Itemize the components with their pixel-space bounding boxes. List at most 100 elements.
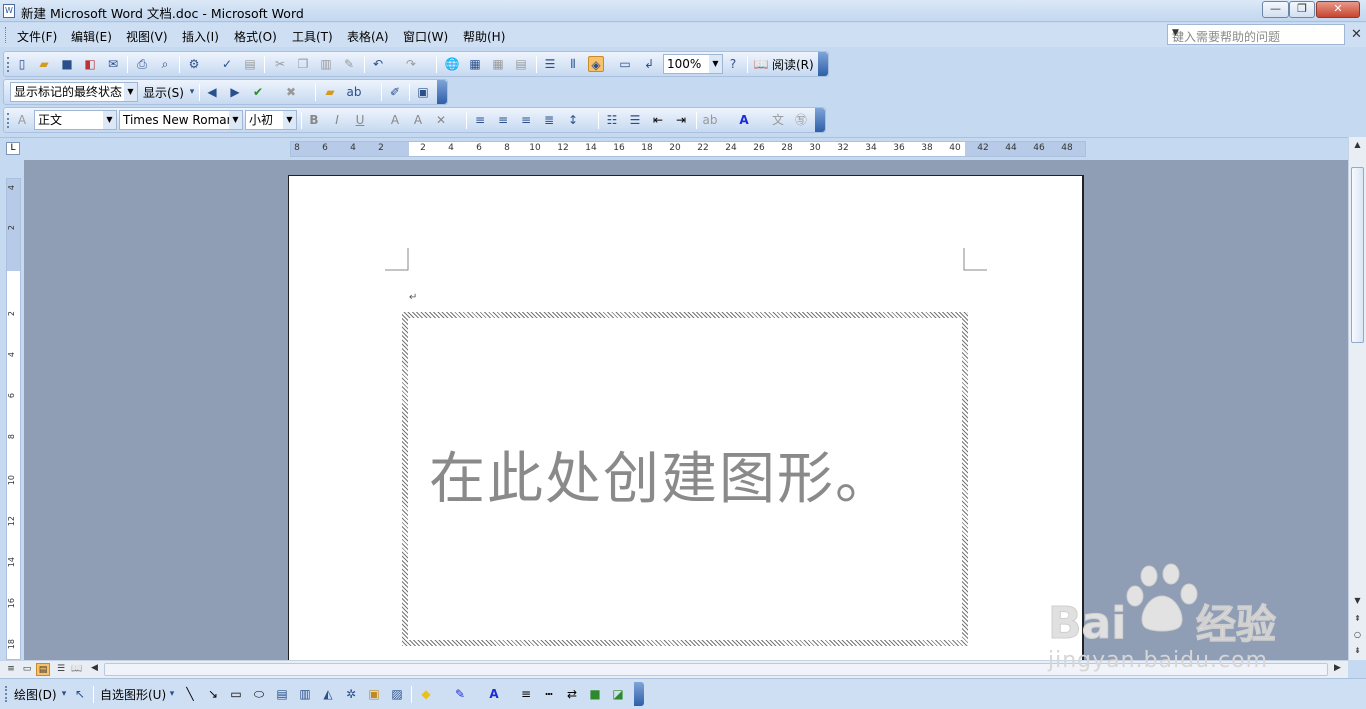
chevron-down-icon[interactable]: ▾ bbox=[56, 686, 72, 702]
chevron-down-icon[interactable]: ▼ bbox=[124, 83, 137, 101]
menu-table[interactable]: 表格(A) bbox=[347, 28, 389, 45]
horizontal-ruler[interactable]: 8 6 4 2 2 4 6 8 10 12 14 16 18 20 22 24 26 28 30 32 34 36 38 40… bbox=[290, 141, 1086, 157]
menu-insert[interactable]: 插入(I) bbox=[182, 28, 219, 45]
autoshapes-menu-button[interactable]: 自选图形(U) bbox=[100, 686, 166, 703]
chevron-down-icon[interactable]: ▼ bbox=[103, 111, 116, 129]
paste-icon[interactable]: ▥ bbox=[318, 56, 334, 72]
print-preview-icon[interactable]: ⌕ bbox=[157, 56, 173, 72]
menu-edit[interactable]: 编辑(E) bbox=[71, 28, 112, 45]
chevron-down-icon[interactable]: ▼ bbox=[709, 55, 722, 73]
spelling-icon[interactable]: ✓ bbox=[219, 56, 235, 72]
toolbar-grip[interactable] bbox=[7, 113, 10, 128]
font-color-icon[interactable]: A bbox=[486, 686, 502, 702]
toolbar-grip[interactable] bbox=[7, 57, 10, 72]
minimize-button[interactable]: — bbox=[1262, 1, 1289, 18]
show-hide-icon[interactable]: ▭ bbox=[617, 56, 633, 72]
help-search-input[interactable]: 键入需要帮助的问题 ▼ bbox=[1167, 24, 1345, 45]
dash-style-icon[interactable]: ┅ bbox=[541, 686, 557, 702]
align-center-icon[interactable]: ≡ bbox=[495, 112, 511, 128]
enclose-characters-icon[interactable]: ㊢ bbox=[793, 112, 809, 128]
close-button[interactable]: ✕ bbox=[1316, 1, 1360, 18]
undo-icon[interactable]: ↶ bbox=[370, 56, 386, 72]
paragraph-mark-icon[interactable]: ↲ bbox=[641, 56, 657, 72]
line-icon[interactable]: ╲ bbox=[182, 686, 198, 702]
font-color-icon[interactable]: A bbox=[736, 112, 752, 128]
chevron-down-icon[interactable]: ▾ bbox=[164, 686, 180, 702]
hyperlink-icon[interactable]: 🌐 bbox=[444, 56, 460, 72]
print-layout-view-icon[interactable]: ▤ bbox=[36, 663, 50, 676]
scroll-up-icon[interactable]: ▲ bbox=[1351, 139, 1364, 151]
menu-tools[interactable]: 工具(T) bbox=[292, 28, 333, 45]
insert-table-icon[interactable]: ▦ bbox=[490, 56, 506, 72]
format-painter-icon[interactable]: ✎ bbox=[341, 56, 357, 72]
line-color-icon[interactable]: ✎ bbox=[452, 686, 468, 702]
permission-icon[interactable]: ◧ bbox=[82, 56, 98, 72]
increase-indent-icon[interactable]: ⇥ bbox=[673, 112, 689, 128]
toolbar-options-button[interactable] bbox=[815, 108, 825, 132]
outline-view-icon[interactable]: ☰ bbox=[54, 663, 68, 676]
fill-color-icon[interactable]: ◆ bbox=[418, 686, 434, 702]
clip-art-icon[interactable]: ▣ bbox=[366, 686, 382, 702]
toolbar-options-button[interactable] bbox=[818, 52, 828, 76]
open-folder-icon[interactable]: ▰ bbox=[36, 56, 52, 72]
vertical-scrollbar[interactable]: ▲ ▼ ⇞ ○ ⇟ bbox=[1348, 137, 1366, 660]
insert-picture-icon[interactable]: ▨ bbox=[389, 686, 405, 702]
track-changes-icon[interactable]: ✐ bbox=[387, 84, 403, 100]
select-objects-icon[interactable]: ↖ bbox=[72, 686, 88, 702]
phonetic-guide-icon[interactable]: 文 bbox=[770, 112, 786, 128]
insert-comment-icon[interactable]: ▰ bbox=[322, 84, 338, 100]
tables-borders-icon[interactable]: ▦ bbox=[467, 56, 483, 72]
diagram-icon[interactable]: ✲ bbox=[343, 686, 359, 702]
read-book-icon[interactable]: 📖 bbox=[753, 56, 769, 72]
reading-layout-view-icon[interactable]: 📖 bbox=[70, 663, 84, 676]
scroll-left-icon[interactable]: ◀ bbox=[91, 663, 98, 673]
line-spacing-icon[interactable]: ↕ bbox=[565, 112, 581, 128]
reviewing-pane-icon[interactable]: ▣ bbox=[415, 84, 431, 100]
scroll-down-icon[interactable]: ▼ bbox=[1351, 595, 1364, 607]
email-icon[interactable]: ✉ bbox=[105, 56, 121, 72]
wordart-icon[interactable]: ◭ bbox=[320, 686, 336, 702]
arrow-icon[interactable]: ↘ bbox=[205, 686, 221, 702]
next-page-icon[interactable]: ⇟ bbox=[1351, 645, 1364, 657]
3d-style-icon[interactable]: ◪ bbox=[610, 686, 626, 702]
arrow-style-icon[interactable]: ⇄ bbox=[564, 686, 580, 702]
save-icon[interactable]: ■ bbox=[59, 56, 75, 72]
vertical-ruler[interactable]: 4 2 2 4 6 8 10 12 14 16 18 bbox=[6, 178, 21, 660]
chevron-down-icon[interactable]: ▾ bbox=[184, 84, 200, 100]
accept-change-icon[interactable]: ✔ bbox=[250, 84, 266, 100]
web-layout-view-icon[interactable]: ▭ bbox=[20, 663, 34, 676]
drawing-toggle-icon[interactable]: ⫴ bbox=[565, 56, 581, 72]
menu-format[interactable]: 格式(O) bbox=[234, 28, 277, 45]
menu-grip[interactable] bbox=[5, 27, 8, 43]
rectangle-icon[interactable]: ▭ bbox=[228, 686, 244, 702]
line-style-icon[interactable]: ≡ bbox=[518, 686, 534, 702]
chevron-down-icon[interactable]: ▼ bbox=[283, 111, 296, 129]
highlight-color-icon[interactable]: ab bbox=[702, 112, 718, 128]
decrease-indent-icon[interactable]: ⇤ bbox=[650, 112, 666, 128]
styles-formatting-icon[interactable]: A bbox=[14, 112, 30, 128]
align-left-icon[interactable]: ≡ bbox=[472, 112, 488, 128]
next-change-icon[interactable]: ▶ bbox=[227, 84, 243, 100]
character-border-icon[interactable]: A bbox=[387, 112, 403, 128]
scroll-right-icon[interactable]: ▶ bbox=[1334, 663, 1341, 673]
help-icon[interactable]: ? bbox=[725, 56, 741, 72]
redo-icon[interactable]: ↷ bbox=[403, 56, 419, 72]
underline-icon[interactable]: U bbox=[352, 112, 368, 128]
close-document-icon[interactable]: ✕ bbox=[1351, 27, 1362, 42]
italic-icon[interactable]: I bbox=[329, 112, 345, 128]
restore-button[interactable]: ❐ bbox=[1289, 1, 1315, 18]
justify-icon[interactable]: ≣ bbox=[541, 112, 557, 128]
show-markup-button[interactable]: 显示(S) bbox=[143, 84, 184, 101]
character-scaling-icon[interactable]: ✕ bbox=[433, 112, 449, 128]
vertical-scroll-thumb[interactable] bbox=[1351, 167, 1364, 343]
toolbar-options-button[interactable] bbox=[634, 682, 644, 706]
research-book-icon[interactable]: ▤ bbox=[242, 56, 258, 72]
character-shading-icon[interactable]: A bbox=[410, 112, 426, 128]
tab-selector-icon[interactable]: L bbox=[6, 142, 20, 155]
print-icon[interactable]: ⎙ bbox=[134, 56, 150, 72]
align-right-icon[interactable]: ≡ bbox=[518, 112, 534, 128]
copy-icon[interactable]: ❐ bbox=[295, 56, 311, 72]
chevron-down-icon[interactable]: ▼ bbox=[1172, 28, 1342, 38]
zoom-select[interactable]: 100% ▼ bbox=[663, 54, 723, 74]
cut-icon[interactable]: ✂ bbox=[272, 56, 288, 72]
